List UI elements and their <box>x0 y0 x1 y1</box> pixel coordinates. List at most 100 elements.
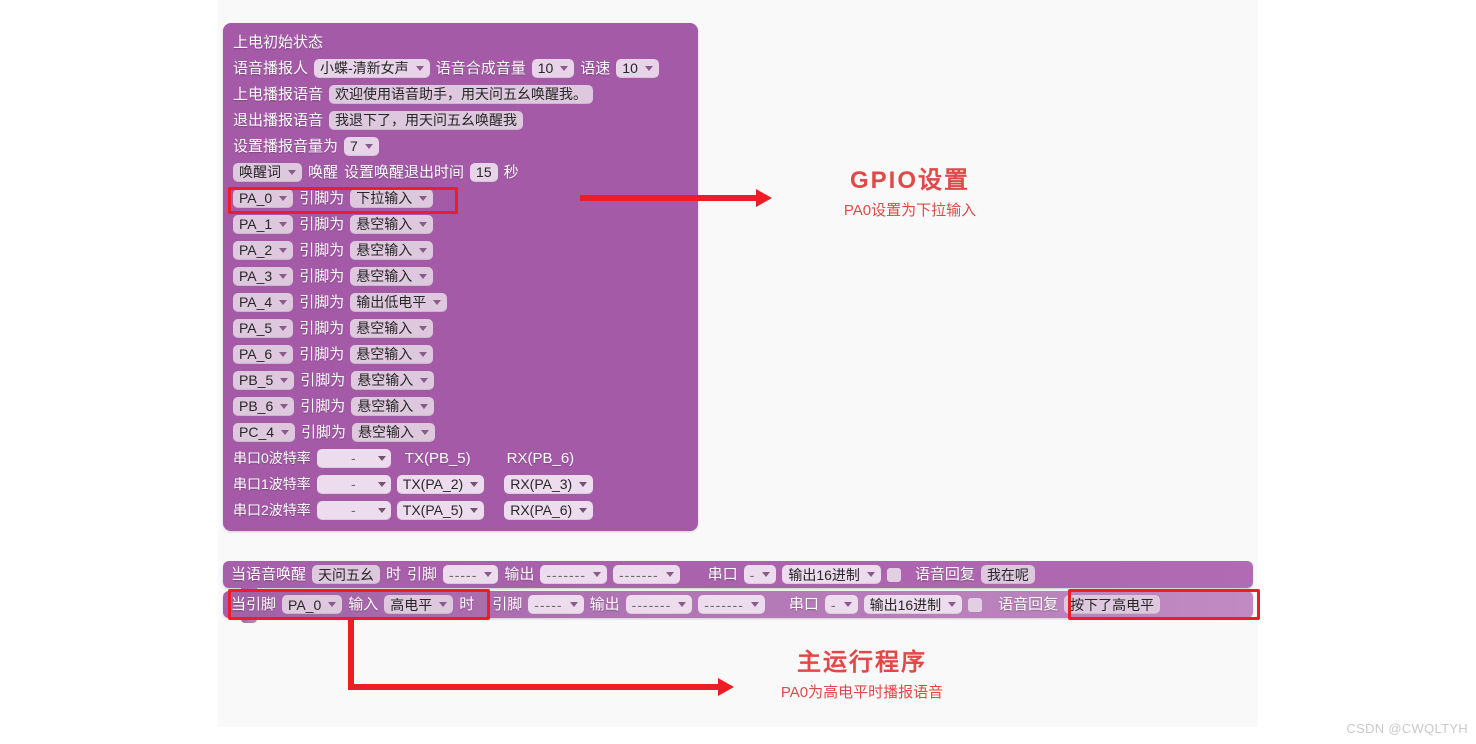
pin-mode-select-pb_6[interactable]: 悬空输入 <box>351 396 435 416</box>
pin-verb: 引脚为 <box>299 345 345 363</box>
pin-row-pa_5[interactable]: PA_5 引脚为 悬空输入 <box>223 315 698 341</box>
wake-timeout-input[interactable]: 15 <box>470 162 498 182</box>
e1-pin-label: 引脚 <box>407 566 438 583</box>
pin-select-pa_3[interactable]: PA_3 <box>233 266 294 286</box>
pin-select-pc_4[interactable]: PC_4 <box>233 422 296 442</box>
serial-row-2[interactable]: 串口2波特率 - TX(PA_5) RX(PA_6) <box>223 497 698 523</box>
exit-voice-input[interactable]: 我退下了，用天问五幺唤醒我 <box>329 110 524 130</box>
e1-trigger-field[interactable]: 天问五幺 <box>312 565 381 584</box>
e1-serial-label: 串口 <box>707 566 738 583</box>
e2-hex-label: 输出16进制 <box>869 596 942 613</box>
init-state-block[interactable]: 上电初始状态 语音播报人 小蝶-清新女声 语音合成音量 10 语速 10 上电播… <box>223 23 698 531</box>
chevron-down-icon <box>420 377 429 383</box>
chevron-down-icon <box>279 351 288 357</box>
pin-mode-select-pa_2[interactable]: 悬空输入 <box>350 240 434 260</box>
pin-mode-select-pa_3[interactable]: 悬空输入 <box>350 266 434 286</box>
e2-serial-dropdown[interactable]: - <box>824 595 858 614</box>
wake-mode-dropdown[interactable]: 唤醒词 <box>233 162 302 182</box>
boot-voice-row[interactable]: 上电播报语音 欢迎使用语音助手，用天问五幺唤醒我。 <box>223 81 698 107</box>
pin-mode-select-pa_6[interactable]: 悬空输入 <box>350 344 434 364</box>
serial-row-0[interactable]: 串口0波特率 - TX(PB_5) RX(PB_6) <box>223 445 698 471</box>
chevron-down-icon <box>843 602 852 607</box>
speaker-dropdown[interactable]: 小蝶-清新女声 <box>314 58 430 78</box>
boot-voice-value: 欢迎使用语音助手，用天问五幺唤醒我。 <box>335 86 588 102</box>
serial-tx-0: TX(PB_5) <box>404 449 471 467</box>
serial-tx-2[interactable]: TX(PA_5) <box>396 500 485 520</box>
tts-volume-label: 语音合成音量 <box>435 59 526 77</box>
chevron-down-icon <box>470 481 479 487</box>
voice-wake-event-block[interactable]: 当语音唤醒 天问五幺 时 引脚 ----- 输出 ------- -------… <box>223 561 1253 593</box>
pin-mode-select-pc_4[interactable]: 悬空输入 <box>352 422 436 442</box>
play-volume-dropdown[interactable]: 7 <box>344 136 379 156</box>
serial-baud-value: - <box>350 476 357 492</box>
speaker-row[interactable]: 语音播报人 小蝶-清新女声 语音合成音量 10 语速 10 <box>223 55 698 81</box>
play-volume-label: 设置播报音量为 <box>233 137 339 155</box>
pin-select-pb_6[interactable]: PB_6 <box>233 396 295 416</box>
pin-name: PA_2 <box>239 242 273 258</box>
wake-row[interactable]: 唤醒词 唤醒 设置唤醒退出时间 15 秒 <box>223 159 698 185</box>
pin-name: PA_1 <box>239 216 273 232</box>
pin-mode-select-pa_1[interactable]: 悬空输入 <box>350 214 434 234</box>
chevron-down-icon <box>644 65 653 71</box>
pin-mode-select-pa_5[interactable]: 悬空输入 <box>350 318 434 338</box>
speed-dropdown[interactable]: 10 <box>616 58 659 78</box>
pin-select-pb_5[interactable]: PB_5 <box>233 370 295 390</box>
e1-checkbox[interactable] <box>886 567 901 582</box>
play-volume-value: 7 <box>350 138 358 154</box>
pin-select-pa_1[interactable]: PA_1 <box>233 214 294 234</box>
pin-select-pa_2[interactable]: PA_2 <box>233 240 294 260</box>
annotation-main-subtitle: PA0为高电平时播报语音 <box>780 684 944 701</box>
pin-mode-select-pb_5[interactable]: 悬空输入 <box>351 370 435 390</box>
pin-select-pa_4[interactable]: PA_4 <box>233 292 294 312</box>
pin-mode: 悬空输入 <box>356 320 413 336</box>
pin-select-pa_5[interactable]: PA_5 <box>233 318 294 338</box>
exit-voice-row[interactable]: 退出播报语音 我退下了，用天问五幺唤醒我 <box>223 107 698 133</box>
pin-verb: 引脚为 <box>300 371 346 389</box>
e2-pin-dropdown[interactable]: ----- <box>528 595 584 614</box>
serial-rx-label: RX(PA_3) <box>510 476 573 492</box>
serial-baud-0[interactable]: - <box>316 448 391 468</box>
pin-select-pa_6[interactable]: PA_6 <box>233 344 294 364</box>
pin-mode-select-pa_4[interactable]: 输出低电平 <box>350 292 448 312</box>
serial-rx-1[interactable]: RX(PA_3) <box>504 474 594 494</box>
wake-verb: 唤醒 <box>308 163 339 181</box>
e1-out-dropdown[interactable]: ------- <box>540 565 608 584</box>
play-volume-row[interactable]: 设置播报音量为 7 <box>223 133 698 159</box>
e1-pin-dropdown[interactable]: ----- <box>443 565 499 584</box>
e2-reply-label: 语音回复 <box>998 596 1059 613</box>
chevron-down-icon <box>579 507 588 513</box>
pin-row-pa_4[interactable]: PA_4 引脚为 输出低电平 <box>223 289 698 315</box>
tts-volume-dropdown[interactable]: 10 <box>531 58 575 78</box>
serial-rx-2[interactable]: RX(PA_6) <box>504 500 594 520</box>
chevron-down-icon <box>419 247 428 253</box>
pin-row-pa_3[interactable]: PA_3 引脚为 悬空输入 <box>223 263 698 289</box>
serial-row-1[interactable]: 串口1波特率 - TX(PA_2) RX(PA_3) <box>223 471 698 497</box>
serial-baud-1[interactable]: - <box>316 474 391 494</box>
pin-row-pc_4[interactable]: PC_4 引脚为 悬空输入 <box>223 419 698 445</box>
e1-reply-input[interactable]: 我在呢 <box>980 565 1035 584</box>
boot-voice-input[interactable]: 欢迎使用语音助手，用天问五幺唤醒我。 <box>329 84 594 104</box>
e2-out-dropdown-2[interactable]: ------- <box>698 595 765 614</box>
serial-label-0: 串口0波特率 <box>233 450 311 466</box>
chevron-down-icon <box>279 247 288 253</box>
pin-row-pa_1[interactable]: PA_1 引脚为 悬空输入 <box>223 211 698 237</box>
pin-row-pa_6[interactable]: PA_6 引脚为 悬空输入 <box>223 341 698 367</box>
serial-tx-1[interactable]: TX(PA_2) <box>396 474 485 494</box>
e2-checkbox[interactable] <box>968 597 983 612</box>
e1-out-label: 输出 <box>504 566 535 583</box>
serial-baud-2[interactable]: - <box>316 500 391 520</box>
e1-hex-dropdown[interactable]: 输出16进制 <box>782 565 881 584</box>
pin-row-pb_5[interactable]: PB_5 引脚为 悬空输入 <box>223 367 698 393</box>
e2-out-dropdown[interactable]: ------- <box>625 595 693 614</box>
e1-reply-label: 语音回复 <box>914 566 975 583</box>
pin-row-pb_6[interactable]: PB_6 引脚为 悬空输入 <box>223 393 698 419</box>
e1-out-dropdown-2[interactable]: ------- <box>613 565 680 584</box>
chevron-down-icon <box>433 299 442 305</box>
pin-mode: 输出低电平 <box>356 294 427 310</box>
serial-label-1: 串口1波特率 <box>233 476 311 492</box>
e1-serial-dropdown[interactable]: - <box>743 565 777 584</box>
e2-hex-dropdown[interactable]: 输出16进制 <box>863 595 963 614</box>
serial-tx-label: TX(PA_2) <box>402 476 464 492</box>
chevron-down-icon <box>678 602 687 607</box>
pin-row-pa_2[interactable]: PA_2 引脚为 悬空输入 <box>223 237 698 263</box>
